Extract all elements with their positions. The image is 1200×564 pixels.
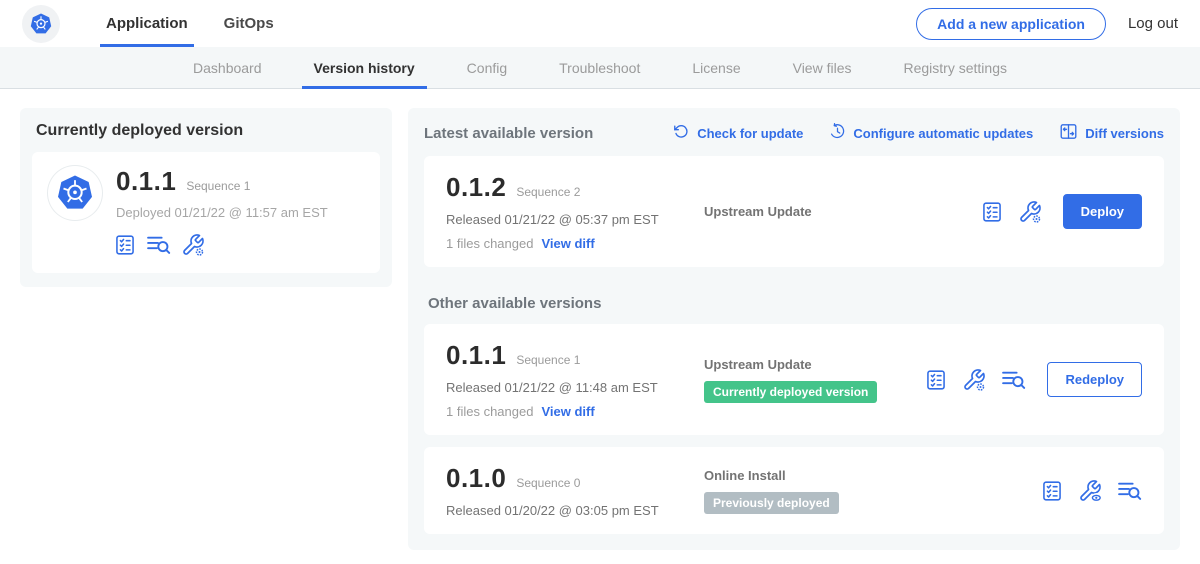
deployed-version-card: 0.1.1 Sequence 1 Deployed 01/21/22 @ 11:…: [32, 152, 380, 273]
tab-config[interactable]: Config: [441, 47, 533, 88]
diff-versions-label: Diff versions: [1085, 126, 1164, 141]
view-diff-link[interactable]: View diff: [541, 236, 594, 251]
app-logo: [48, 166, 102, 220]
released-timestamp: Released 01/21/22 @ 11:48 am EST: [446, 380, 704, 395]
configure-automatic-updates-label: Configure automatic updates: [853, 126, 1033, 141]
released-timestamp: Released 01/20/22 @ 03:05 pm EST: [446, 503, 704, 518]
tab-troubleshoot[interactable]: Troubleshoot: [533, 47, 666, 88]
tab-version-history[interactable]: Version history: [288, 47, 441, 88]
tab-license-label: License: [692, 60, 740, 76]
configure-automatic-updates-link[interactable]: Configure automatic updates: [829, 123, 1033, 143]
version-card-0-1-0: 0.1.0 Sequence 0 Released 01/20/22 @ 03:…: [424, 447, 1164, 534]
sequence-label: Sequence 0: [516, 476, 580, 490]
tab-view-files[interactable]: View files: [767, 47, 878, 88]
deployed-sequence-label: Sequence 1: [186, 179, 250, 193]
view-config-icon[interactable]: [1078, 479, 1102, 503]
edit-config-icon[interactable]: [962, 368, 986, 392]
kubernetes-logo[interactable]: [22, 5, 60, 43]
redeploy-button[interactable]: Redeploy: [1047, 362, 1142, 397]
view-logs-icon[interactable]: [146, 232, 171, 257]
topnav-tab-application[interactable]: Application: [88, 0, 206, 47]
view-logs-icon[interactable]: [1001, 367, 1026, 392]
topnav-tab-gitops-label: GitOps: [224, 15, 274, 32]
deployed-timestamp: Deployed 01/21/22 @ 11:57 am EST: [116, 205, 328, 220]
version-history-panel: Latest available version Check for updat…: [408, 108, 1180, 550]
version-number: 0.1.2: [446, 172, 506, 203]
release-notes-icon[interactable]: [981, 201, 1003, 223]
other-available-title: Other available versions: [428, 295, 1160, 312]
tab-view-files-label: View files: [793, 60, 852, 76]
tab-config-label: Config: [467, 60, 507, 76]
check-for-update-label: Check for update: [697, 126, 803, 141]
release-notes-icon[interactable]: [925, 369, 947, 391]
version-card-0-1-2: 0.1.2 Sequence 2 Released 01/21/22 @ 05:…: [424, 156, 1164, 267]
add-application-button[interactable]: Add a new application: [916, 8, 1106, 40]
diff-versions-link[interactable]: Diff versions: [1059, 122, 1164, 144]
currently-deployed-title: Currently deployed version: [36, 122, 376, 140]
edit-config-icon[interactable]: [1018, 200, 1042, 224]
refresh-icon: [673, 123, 690, 143]
deployed-version-number: 0.1.1: [116, 166, 176, 197]
version-number: 0.1.1: [446, 340, 506, 371]
edit-config-icon[interactable]: [181, 233, 205, 257]
topnav-tab-gitops[interactable]: GitOps: [206, 0, 292, 47]
release-notes-icon[interactable]: [1041, 480, 1063, 502]
sequence-label: Sequence 1: [516, 353, 580, 367]
tab-license[interactable]: License: [666, 47, 766, 88]
files-changed-label: 1 files changed: [446, 404, 533, 419]
view-diff-link[interactable]: View diff: [541, 404, 594, 419]
diff-icon: [1059, 122, 1078, 144]
topnav-tab-application-label: Application: [106, 15, 188, 32]
released-timestamp: Released 01/21/22 @ 05:37 pm EST: [446, 212, 704, 227]
tab-dashboard-label: Dashboard: [193, 60, 262, 76]
tab-registry-settings[interactable]: Registry settings: [878, 47, 1033, 88]
clock-refresh-icon: [829, 123, 846, 143]
check-for-update-link[interactable]: Check for update: [673, 123, 803, 143]
logout-link[interactable]: Log out: [1128, 15, 1178, 32]
latest-available-title: Latest available version: [424, 125, 593, 142]
currently-deployed-panel: Currently deployed version 0.1.1 Sequenc…: [20, 108, 392, 287]
deploy-button[interactable]: Deploy: [1063, 194, 1142, 229]
version-source: Upstream Update: [704, 204, 981, 219]
previously-deployed-badge: Previously deployed: [704, 492, 839, 514]
version-number: 0.1.0: [446, 463, 506, 494]
tab-dashboard[interactable]: Dashboard: [167, 47, 288, 88]
view-logs-icon[interactable]: [1117, 478, 1142, 503]
version-source: Upstream Update: [704, 357, 925, 372]
currently-deployed-badge: Currently deployed version: [704, 381, 877, 403]
tab-version-history-label: Version history: [314, 60, 415, 76]
app-subnav: Dashboard Version history Config Trouble…: [0, 47, 1200, 89]
top-nav: Application GitOps Add a new application…: [0, 0, 1200, 47]
sequence-label: Sequence 2: [516, 185, 580, 199]
tab-registry-settings-label: Registry settings: [904, 60, 1007, 76]
version-source: Online Install: [704, 468, 1041, 483]
topnav-tabs: Application GitOps: [88, 0, 292, 47]
release-notes-icon[interactable]: [114, 234, 136, 256]
version-card-0-1-1: 0.1.1 Sequence 1 Released 01/21/22 @ 11:…: [424, 324, 1164, 435]
files-changed-label: 1 files changed: [446, 236, 533, 251]
tab-troubleshoot-label: Troubleshoot: [559, 60, 640, 76]
